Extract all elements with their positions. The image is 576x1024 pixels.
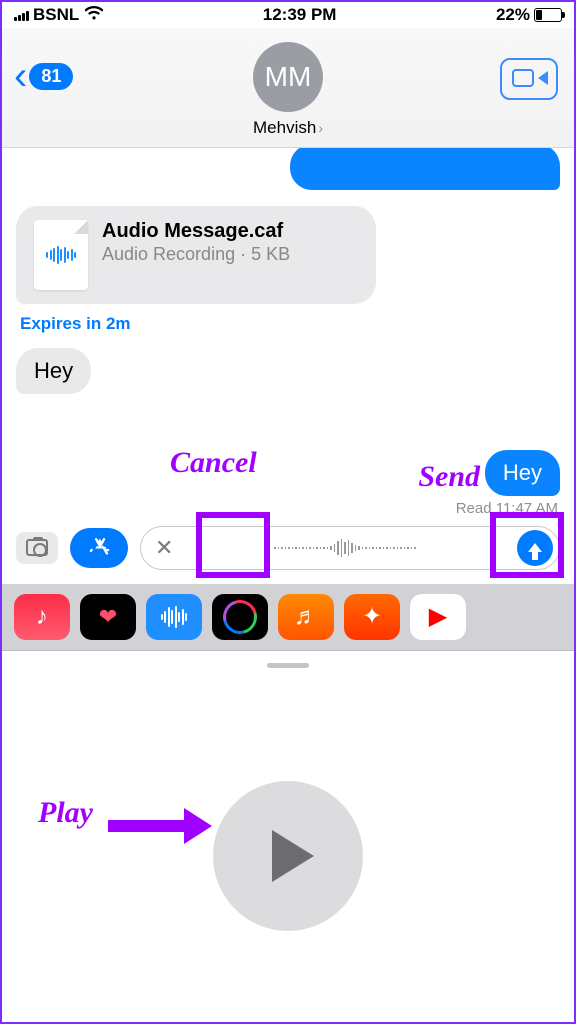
compose-row: ✕ xyxy=(2,516,574,584)
annotation-send: Send xyxy=(418,460,480,494)
facetime-video-button[interactable] xyxy=(500,58,558,100)
app-youtube[interactable]: ▶ xyxy=(410,594,466,640)
video-camera-icon xyxy=(512,69,546,89)
contact-name-button[interactable]: Mehvish › xyxy=(253,118,323,138)
contact-avatar[interactable]: MM xyxy=(253,42,323,112)
nav-header: ‹ 81 MM Mehvish › xyxy=(2,28,574,148)
annotation-highlight-send xyxy=(490,512,564,578)
camera-icon xyxy=(26,539,48,556)
play-button[interactable] xyxy=(213,781,363,931)
battery-icon xyxy=(534,8,562,22)
wifi-icon xyxy=(85,5,103,25)
audio-file-icon xyxy=(34,220,88,290)
chevron-left-icon: ‹ xyxy=(14,56,27,96)
app-garageband[interactable]: ♬ xyxy=(278,594,334,640)
cell-signal-icon xyxy=(14,9,29,21)
audio-attachment-bubble[interactable]: Audio Message.caf Audio Recording · 5 KB xyxy=(16,206,376,304)
cancel-recording-button[interactable]: ✕ xyxy=(155,535,173,561)
app-digital-touch[interactable]: ❤ xyxy=(80,594,136,640)
unread-badge: 81 xyxy=(29,63,73,90)
app-audio-recorder[interactable] xyxy=(146,594,202,640)
audio-playback-panel xyxy=(2,651,574,1023)
drag-handle[interactable] xyxy=(267,663,309,668)
outgoing-message[interactable]: Hey xyxy=(485,450,560,496)
app-music[interactable]: ♪ xyxy=(14,594,70,640)
camera-button[interactable] xyxy=(16,532,58,564)
contact-name-label: Mehvish xyxy=(253,118,316,138)
audio-file-title: Audio Message.caf xyxy=(102,220,290,243)
app-drawing[interactable] xyxy=(212,594,268,640)
clock: 12:39 PM xyxy=(263,5,337,25)
app-store-apps-button[interactable] xyxy=(70,528,128,568)
expires-label: Expires in 2m xyxy=(20,314,560,334)
incoming-message[interactable]: Hey xyxy=(16,348,91,394)
chevron-right-icon: › xyxy=(318,120,323,136)
app-effects[interactable]: ✦ xyxy=(344,594,400,640)
imessage-app-tray[interactable]: ♪ ❤ ♬ ✦ ▶ xyxy=(2,584,574,651)
status-bar: BSNL 12:39 PM 22% xyxy=(2,2,574,28)
outgoing-message-partial xyxy=(290,148,560,190)
conversation-area[interactable]: Audio Message.caf Audio Recording · 5 KB… xyxy=(2,148,574,516)
annotation-highlight-cancel xyxy=(196,512,270,578)
back-button[interactable]: ‹ 81 xyxy=(14,56,73,96)
audio-file-subtitle: Audio Recording · 5 KB xyxy=(102,243,290,266)
annotation-arrow xyxy=(108,820,188,832)
play-icon xyxy=(272,830,314,882)
battery-pct: 22% xyxy=(496,5,530,25)
annotation-cancel: Cancel xyxy=(170,446,257,480)
carrier-label: BSNL xyxy=(33,5,79,25)
annotation-play: Play xyxy=(38,796,93,830)
app-store-icon xyxy=(86,535,112,561)
